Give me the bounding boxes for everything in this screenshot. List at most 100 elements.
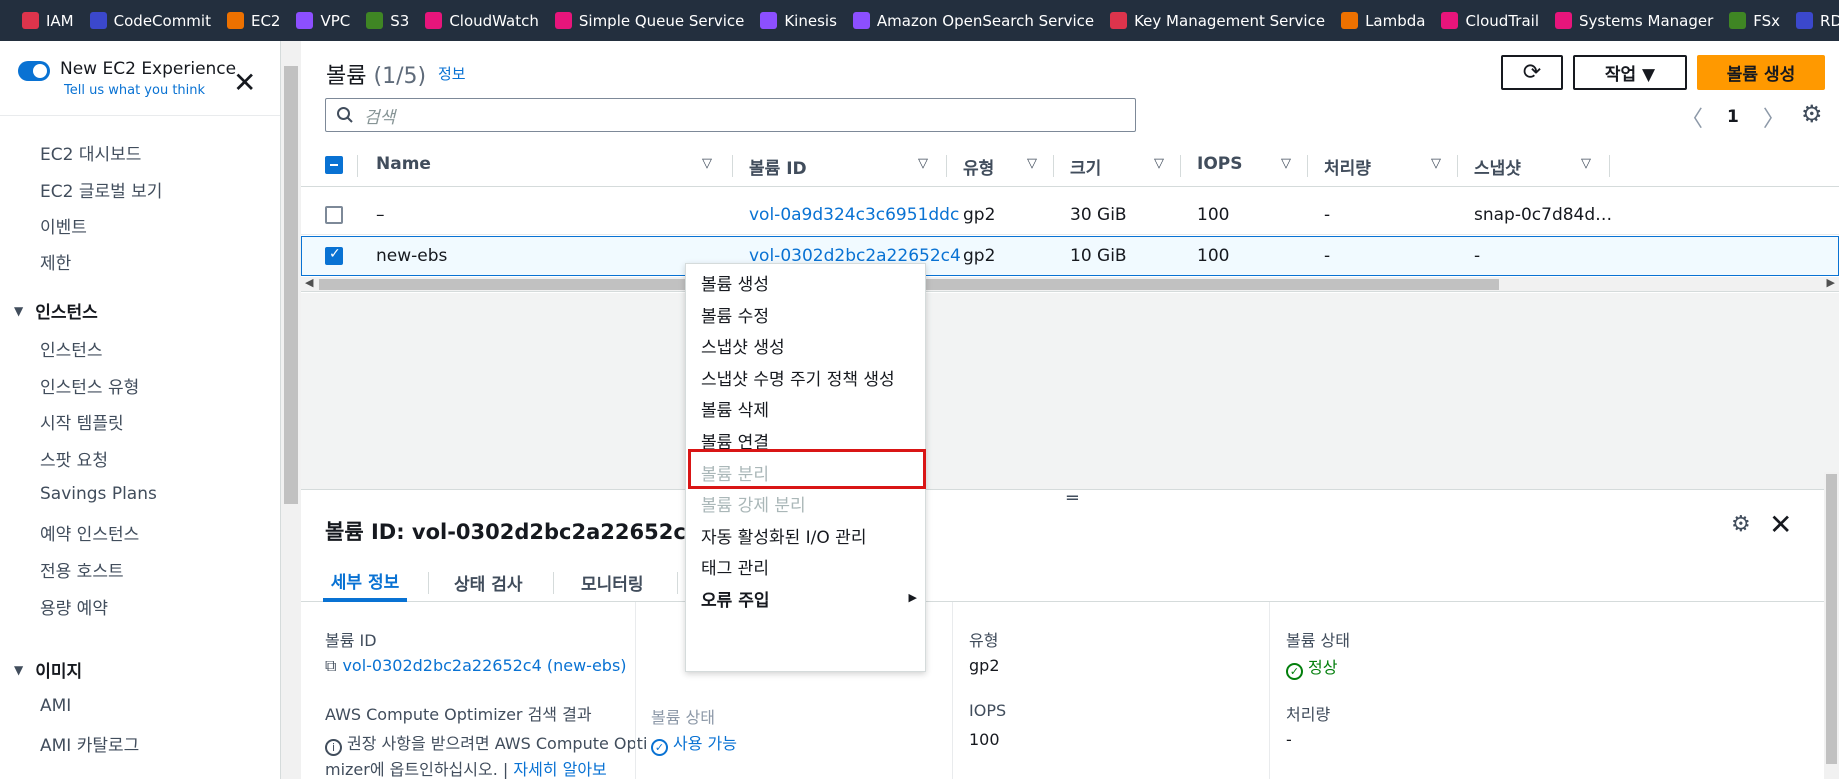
table-row[interactable]: – vol-0a9d324c3c6951ddc gp2 30 GiB 100 -… [301, 195, 1839, 235]
column-divider[interactable] [732, 155, 733, 177]
fav-lambda[interactable]: Lambda [1341, 12, 1425, 30]
tab-details[interactable]: 세부 정보 [323, 562, 407, 602]
tab-status-checks[interactable]: 상태 검사 [454, 562, 522, 602]
field-value-volume-id[interactable]: ⧉ vol-0302d2bc2a22652c4 (new-ebs) [325, 656, 627, 676]
menu-item-create-lifecycle-policy[interactable]: 스냅샷 수명 주기 정책 생성 [701, 365, 895, 390]
nav-ami[interactable]: AMI [40, 696, 71, 716]
column-divider[interactable] [1609, 155, 1610, 177]
actions-button[interactable]: 작업 ▼ [1573, 55, 1687, 90]
page-number[interactable]: 1 [1727, 107, 1739, 127]
column-divider[interactable] [1180, 155, 1181, 177]
column-divider[interactable] [946, 155, 947, 177]
nav-events[interactable]: 이벤트 [40, 213, 87, 238]
menu-item-modify-volume[interactable]: 볼륨 수정 [701, 302, 769, 327]
scroll-right-icon[interactable]: ▶ [1827, 276, 1835, 289]
feedback-link[interactable]: Tell us what you think [64, 83, 236, 98]
sort-icon[interactable]: ▽ [1431, 156, 1441, 171]
sort-icon[interactable]: ▽ [702, 156, 712, 171]
nav-ec2-dashboard[interactable]: EC2 대시보드 [40, 140, 141, 165]
fav-codecommit[interactable]: CodeCommit [89, 12, 211, 30]
new-experience-toggle[interactable] [18, 61, 50, 81]
nav-dedicated-hosts[interactable]: 전용 호스트 [40, 557, 124, 582]
table-row-selected[interactable]: new-ebs vol-0302d2bc2a22652c4 gp2 10 GiB… [301, 236, 1839, 276]
menu-item-create-snapshot[interactable]: 스냅샷 생성 [701, 333, 785, 358]
select-all-checkbox[interactable] [325, 156, 343, 174]
column-divider[interactable] [1307, 155, 1308, 177]
sort-icon[interactable]: ▽ [1581, 156, 1591, 171]
menu-item-manage-auto-io[interactable]: 자동 활성화된 I/O 관리 [701, 523, 866, 548]
sort-icon[interactable]: ▽ [1027, 156, 1037, 171]
column-divider[interactable] [1457, 155, 1458, 177]
fav-fsx[interactable]: FSx [1729, 12, 1780, 30]
gear-icon[interactable]: ⚙ [1801, 100, 1823, 128]
fav-ec2[interactable]: EC2 [226, 12, 280, 30]
info-link[interactable]: 정보 [438, 63, 466, 84]
field-label-throughput: 처리량 [1286, 705, 1331, 724]
nav-ami-catalog[interactable]: AMI 카탈로그 [40, 731, 139, 756]
row-checkbox[interactable] [325, 246, 343, 265]
sort-icon[interactable]: ▽ [1281, 156, 1291, 171]
close-icon[interactable]: ✕ [233, 69, 256, 97]
column-header-size[interactable]: 크기 [1070, 154, 1101, 179]
chevron-right-icon[interactable]: 〉 [1763, 101, 1785, 133]
nav-group-images[interactable]: ▼ 이미지 [14, 657, 82, 682]
nav-launch-templates[interactable]: 시작 템플릿 [40, 409, 124, 434]
column-divider[interactable] [1053, 155, 1054, 177]
cell-volume-id[interactable]: vol-0a9d324c3c6951ddc [749, 205, 959, 225]
fav-iam[interactable]: IAM [22, 12, 74, 30]
menu-item-fault-injection[interactable]: 오류 주입 [701, 586, 769, 611]
fav-kms[interactable]: Key Management Service [1110, 12, 1325, 30]
fav-sqs[interactable]: Simple Queue Service [554, 12, 744, 30]
nav-group-instances[interactable]: ▼ 인스턴스 [14, 298, 98, 323]
fav-cloudwatch[interactable]: CloudWatch [425, 12, 539, 30]
chevron-left-icon[interactable]: 〈 [1681, 101, 1703, 133]
column-header-volume-id[interactable]: 볼륨 ID [749, 154, 807, 179]
copy-icon[interactable]: ⧉ [325, 656, 336, 675]
nav-savings-plans[interactable]: Savings Plans [40, 484, 157, 504]
fav-cloudtrail[interactable]: CloudTrail [1441, 12, 1539, 30]
search-input[interactable]: 검색 [325, 98, 1136, 132]
fav-s3[interactable]: S3 [366, 12, 409, 30]
column-header-type[interactable]: 유형 [963, 154, 994, 179]
sidebar-scrollbar-thumb[interactable] [284, 66, 298, 504]
caret-down-icon: ▼ [14, 662, 24, 677]
scrollbar-thumb[interactable] [1826, 474, 1837, 764]
fav-systems-manager[interactable]: Systems Manager [1554, 12, 1713, 30]
nav-instance-types[interactable]: 인스턴스 유형 [40, 373, 139, 398]
column-header-name[interactable]: Name [376, 154, 431, 174]
nav-ec2-global-view[interactable]: EC2 글로벌 보기 [40, 177, 162, 202]
nav-instances[interactable]: 인스턴스 [40, 336, 103, 361]
sort-icon[interactable]: ▽ [1154, 156, 1164, 171]
fav-vpc[interactable]: VPC [296, 12, 350, 30]
fav-rds[interactable]: RD [1796, 12, 1839, 30]
row-checkbox[interactable] [325, 206, 343, 224]
nav-limits[interactable]: 제한 [40, 249, 71, 274]
menu-item-create-volume[interactable]: 볼륨 생성 [701, 270, 769, 295]
sidebar: New EC2 Experience Tell us what you thin… [0, 41, 281, 779]
resize-handle-icon[interactable]: ═ [1067, 488, 1078, 509]
table-horizontal-scrollbar[interactable]: ◀ ▶ [301, 276, 1839, 292]
sort-icon[interactable]: ▽ [918, 156, 928, 171]
nav-capacity-reservations[interactable]: 용량 예약 [40, 594, 108, 619]
gear-icon[interactable]: ⚙ [1731, 512, 1751, 537]
create-volume-button[interactable]: 볼륨 생성 [1697, 55, 1825, 90]
field-label-iops: IOPS [969, 701, 1007, 720]
column-header-iops[interactable]: IOPS [1197, 154, 1242, 174]
nav-spot-requests[interactable]: 스팟 요청 [40, 446, 108, 471]
fav-kinesis[interactable]: Kinesis [760, 12, 837, 30]
refresh-button[interactable]: ⟳ [1501, 55, 1563, 90]
column-header-throughput[interactable]: 처리량 [1324, 154, 1371, 179]
cell-snapshot[interactable]: snap-0c7d84d… [1474, 205, 1612, 225]
learn-more-link[interactable]: 자세히 알아보 [513, 760, 606, 779]
detail-vertical-scrollbar[interactable] [1824, 472, 1839, 779]
tab-monitoring[interactable]: 모니터링 [581, 562, 644, 602]
ec2-icon [226, 12, 244, 29]
highlight-box [688, 449, 926, 489]
nav-reserved-instances[interactable]: 예약 인스턴스 [40, 520, 139, 545]
fav-opensearch[interactable]: Amazon OpenSearch Service [852, 12, 1094, 30]
menu-item-manage-tags[interactable]: 태그 관리 [701, 554, 769, 579]
menu-item-delete-volume[interactable]: 볼륨 삭제 [701, 396, 769, 421]
close-icon[interactable]: ✕ [1769, 508, 1792, 541]
scroll-left-icon[interactable]: ◀ [305, 276, 313, 289]
column-header-snapshot[interactable]: 스냅샷 [1474, 154, 1521, 179]
